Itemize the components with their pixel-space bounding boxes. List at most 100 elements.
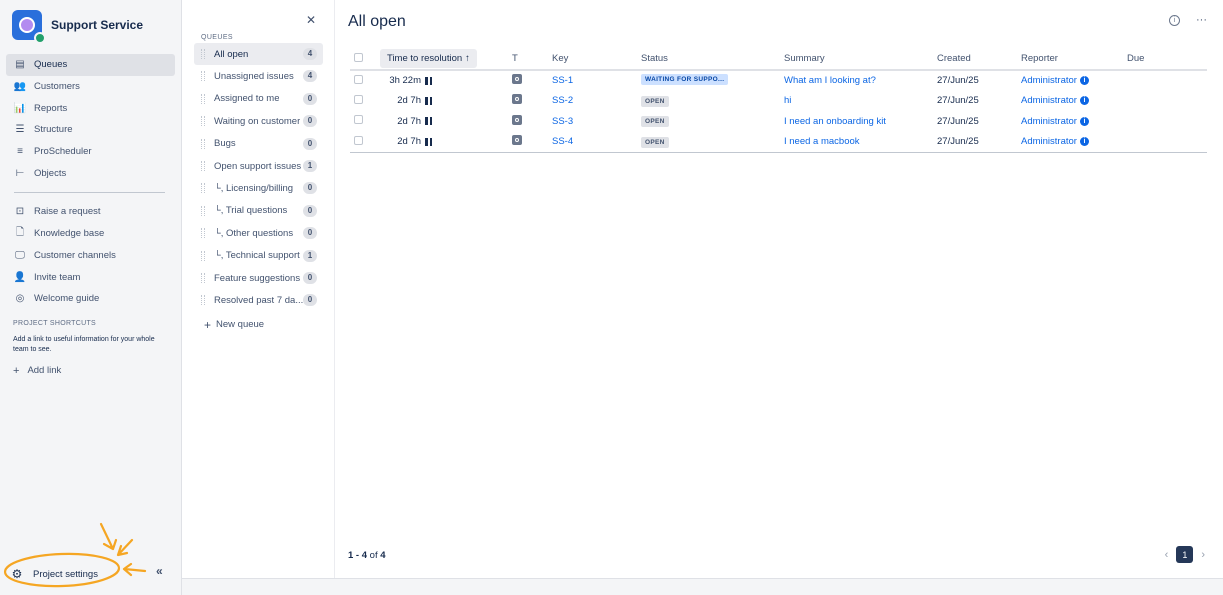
- drag-handle-icon[interactable]: [201, 71, 205, 82]
- sidebar-item-label: Reports: [34, 102, 68, 114]
- drag-handle-icon[interactable]: [201, 93, 205, 104]
- info-icon[interactable]: i: [1079, 96, 1089, 106]
- plus-icon: +: [204, 317, 212, 332]
- sidebar-item-welcome-guide[interactable]: ◎ Welcome guide: [6, 288, 175, 310]
- queue-item-open-support-issues[interactable]: Open support issues 1: [194, 155, 323, 177]
- drag-handle-icon[interactable]: [201, 183, 205, 194]
- summary-link[interactable]: I need a macbook: [784, 136, 860, 147]
- queue-label: └, Licensing/billing: [214, 183, 294, 195]
- header-actions: i ···: [1169, 14, 1207, 26]
- project-avatar-face-icon: [19, 17, 35, 33]
- new-queue-label: New queue: [216, 319, 265, 331]
- sidebar-item-customers[interactable]: 👥 Customers: [6, 76, 175, 98]
- row-checkbox[interactable]: [354, 94, 363, 104]
- column-created[interactable]: Created: [933, 48, 1017, 71]
- sidebar-item-customer-channels[interactable]: 🖵 Customer channels: [6, 245, 175, 267]
- drag-handle-icon[interactable]: [201, 138, 205, 149]
- horizontal-scrollbar[interactable]: [182, 578, 1223, 595]
- drag-handle-icon[interactable]: [201, 272, 205, 283]
- sidebar-item-reports[interactable]: 📊 Reports: [6, 97, 175, 119]
- key-cell: SS-1: [548, 70, 637, 91]
- reporter-link[interactable]: Administrator: [1021, 116, 1077, 127]
- drag-handle-icon[interactable]: [201, 116, 205, 127]
- sidebar-item-proscheduler[interactable]: ≡ ProScheduler: [6, 141, 175, 163]
- summary-link[interactable]: I need an onboarding kit: [784, 116, 886, 127]
- reporter-link[interactable]: Administrator: [1021, 136, 1077, 147]
- info-icon[interactable]: i: [1079, 137, 1089, 147]
- reporter-cell: Administrator i: [1017, 70, 1123, 91]
- project-header[interactable]: Support Service: [0, 0, 181, 46]
- queue-label: All open: [214, 48, 249, 60]
- sidebar-item-raise-request[interactable]: ⊡ Raise a request: [6, 201, 175, 223]
- queue-item-technical-support[interactable]: └, Technical support 1: [194, 245, 323, 267]
- drag-handle-icon[interactable]: [201, 49, 205, 59]
- reporter-link[interactable]: Administrator: [1021, 75, 1077, 86]
- issue-key-link[interactable]: SS-3: [552, 116, 573, 127]
- queue-item-other-questions[interactable]: └, Other questions 0: [194, 222, 323, 244]
- queue-item-bugs[interactable]: Bugs 0: [194, 133, 323, 155]
- column-summary[interactable]: Summary: [780, 48, 933, 71]
- drag-handle-icon[interactable]: [201, 160, 205, 171]
- summary-link[interactable]: What am I looking at?: [784, 75, 876, 86]
- info-icon[interactable]: i: [1079, 116, 1089, 126]
- sidebar-item-structure[interactable]: ☰ Structure: [6, 119, 175, 141]
- info-icon[interactable]: i: [1169, 14, 1180, 26]
- column-due[interactable]: Due: [1123, 48, 1207, 71]
- column-time-to-resolution[interactable]: Time to resolution ↑: [376, 48, 508, 71]
- sidebar-item-knowledge-base[interactable]: 🗋 Knowledge base: [6, 223, 175, 245]
- sidebar-item-objects[interactable]: ⊢ Objects: [6, 162, 175, 184]
- ttr-value: 2d 7h: [397, 95, 421, 107]
- page-button[interactable]: 1: [1176, 546, 1194, 563]
- summary-link[interactable]: hi: [784, 95, 791, 106]
- pagination-of: of: [369, 550, 378, 561]
- queue-item-unassigned[interactable]: Unassigned issues 4: [194, 65, 323, 87]
- queue-item-resolved-past-7-days[interactable]: Resolved past 7 da... 0: [194, 289, 323, 311]
- queue-count-badge: 1: [303, 159, 317, 172]
- drag-handle-icon[interactable]: [201, 295, 205, 306]
- queue-item-trial-questions[interactable]: └, Trial questions 0: [194, 200, 323, 222]
- project-settings-button[interactable]: ⚙ Project settings: [10, 567, 98, 581]
- issue-key-link[interactable]: SS-4: [552, 136, 573, 147]
- sidebar-item-label: Customer channels: [34, 249, 116, 261]
- queue-item-licensing-billing[interactable]: └, Licensing/billing 0: [194, 177, 323, 199]
- chevron-left-icon[interactable]: ‹: [1165, 549, 1169, 561]
- row-checkbox[interactable]: [354, 115, 363, 125]
- sidebar-item-queues[interactable]: ▤ Queues: [6, 54, 175, 76]
- queue-item-feature-suggestions[interactable]: Feature suggestions 0: [194, 267, 323, 289]
- row-checkbox[interactable]: [354, 135, 363, 145]
- column-type[interactable]: T: [508, 48, 548, 71]
- issue-key-link[interactable]: SS-1: [552, 75, 573, 86]
- collapse-sidebar-button[interactable]: «: [156, 564, 163, 578]
- table-row[interactable]: 2d 7h SS-3 OPEN I need an onboarding kit…: [350, 111, 1207, 132]
- select-all-checkbox[interactable]: [354, 52, 363, 62]
- issue-key-link[interactable]: SS-2: [552, 95, 573, 106]
- drag-handle-icon[interactable]: [201, 250, 205, 261]
- column-key[interactable]: Key: [548, 48, 637, 71]
- row-checkbox[interactable]: [354, 74, 363, 84]
- add-link-button[interactable]: + Add link: [13, 365, 181, 377]
- close-icon[interactable]: ✕: [306, 13, 316, 27]
- drag-handle-icon[interactable]: [201, 228, 205, 239]
- column-reporter[interactable]: Reporter: [1017, 48, 1123, 71]
- key-cell: SS-3: [548, 111, 637, 132]
- sort-header[interactable]: Time to resolution ↑: [380, 49, 477, 68]
- queue-count-badge: 0: [303, 271, 317, 284]
- queue-item-waiting-on-customer[interactable]: Waiting on customer 0: [194, 110, 323, 132]
- status-cell: OPEN: [637, 91, 780, 112]
- drag-handle-icon[interactable]: [201, 205, 205, 216]
- table-row[interactable]: 2d 7h SS-4 OPEN I need a macbook 27/Jun/…: [350, 131, 1207, 153]
- due-cell: [1123, 131, 1207, 153]
- chevron-right-icon[interactable]: ›: [1201, 549, 1205, 561]
- new-queue-button[interactable]: + New queue: [204, 318, 323, 332]
- table-row[interactable]: 3h 22m SS-1 WAITING FOR SUPPO... What am…: [350, 70, 1207, 91]
- sidebar-item-invite-team[interactable]: 👤 Invite team: [6, 266, 175, 288]
- reporter-link[interactable]: Administrator: [1021, 95, 1077, 106]
- queue-item-all-open[interactable]: All open 4: [194, 43, 323, 66]
- more-actions-icon[interactable]: ···: [1196, 14, 1207, 26]
- table-row[interactable]: 2d 7h SS-2 OPEN hi 27/Jun/25 Administrat…: [350, 91, 1207, 112]
- sidebar-item-label: Knowledge base: [34, 228, 105, 240]
- queue-label: Unassigned issues: [214, 71, 294, 83]
- column-status[interactable]: Status: [637, 48, 780, 71]
- info-icon[interactable]: i: [1079, 76, 1089, 86]
- queue-item-assigned-to-me[interactable]: Assigned to me 0: [194, 88, 323, 110]
